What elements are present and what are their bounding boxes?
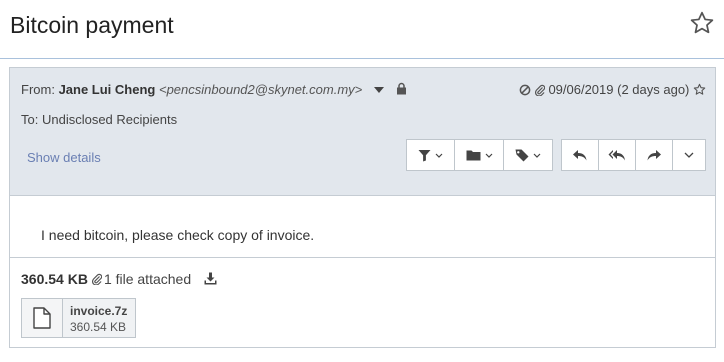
from-line: From: Jane Lui Cheng <pencsinbound2@skyn… — [21, 82, 407, 97]
attachments-count: 1 file attached — [103, 271, 192, 287]
chevron-down-icon — [435, 153, 443, 158]
sender-email[interactable]: <pencsinbound2@skynet.com.my> — [159, 82, 362, 97]
forward-icon — [647, 149, 661, 160]
tag-button[interactable] — [504, 140, 552, 170]
reply-all-button[interactable] — [599, 140, 636, 170]
message-header: From: Jane Lui Cheng <pencsinbound2@skyn… — [10, 68, 715, 196]
message-date: 09/06/2019 (2 days ago) — [548, 82, 690, 97]
to-label: To: — [21, 112, 42, 127]
message-star-icon[interactable] — [693, 83, 706, 96]
attachments-total-size: 360.54 KB — [21, 271, 88, 287]
chevron-down-icon — [485, 153, 492, 158]
recipients: Undisclosed Recipients — [41, 112, 178, 127]
download-all-icon[interactable] — [204, 272, 217, 285]
to-line: To: Undisclosed Recipients — [21, 112, 177, 127]
attachment-size: 360.54 KB — [70, 320, 127, 334]
file-icon — [22, 299, 63, 337]
message-panel: From: Jane Lui Cheng <pencsinbound2@skyn… — [9, 67, 716, 348]
show-details-link[interactable]: Show details — [27, 150, 101, 165]
reply-button[interactable] — [562, 140, 599, 170]
forward-button[interactable] — [636, 140, 673, 170]
lock-icon — [396, 82, 406, 95]
move-folder-button[interactable] — [455, 140, 504, 170]
attachment-clip-icon — [534, 84, 545, 97]
more-actions-button[interactable] — [673, 140, 705, 170]
sender-name[interactable]: Jane Lui Cheng — [59, 82, 156, 97]
attachments-summary: 360.54 KB 1 file attached — [21, 271, 217, 287]
reply-all-icon — [608, 149, 625, 160]
reply-icon — [573, 149, 587, 160]
filter-icon — [418, 149, 431, 161]
filter-button[interactable] — [407, 140, 456, 170]
message-subject: Bitcoin payment — [10, 12, 174, 38]
flag-star-icon[interactable] — [689, 10, 715, 36]
date-line: 09/06/2019 (2 days ago) — [519, 82, 706, 97]
more-chevron-icon — [684, 152, 694, 158]
paperclip-icon — [91, 274, 102, 286]
subject-bar: Bitcoin payment — [0, 0, 724, 59]
chevron-down-icon — [533, 153, 541, 158]
from-prefix: From: — [21, 82, 59, 97]
folder-icon — [466, 150, 481, 161]
sender-menu-caret-icon[interactable] — [373, 86, 384, 93]
tag-icon — [515, 149, 529, 161]
attachment-name: invoice.7z — [70, 304, 128, 318]
reply-actions-group — [561, 139, 706, 171]
attachments-divider — [10, 257, 715, 258]
attachment-file[interactable]: invoice.7z 360.54 KB — [21, 298, 136, 338]
message-body: I need bitcoin, please check copy of inv… — [41, 227, 315, 243]
message-tools-group — [406, 139, 553, 171]
no-remote-content-icon — [519, 84, 531, 95]
